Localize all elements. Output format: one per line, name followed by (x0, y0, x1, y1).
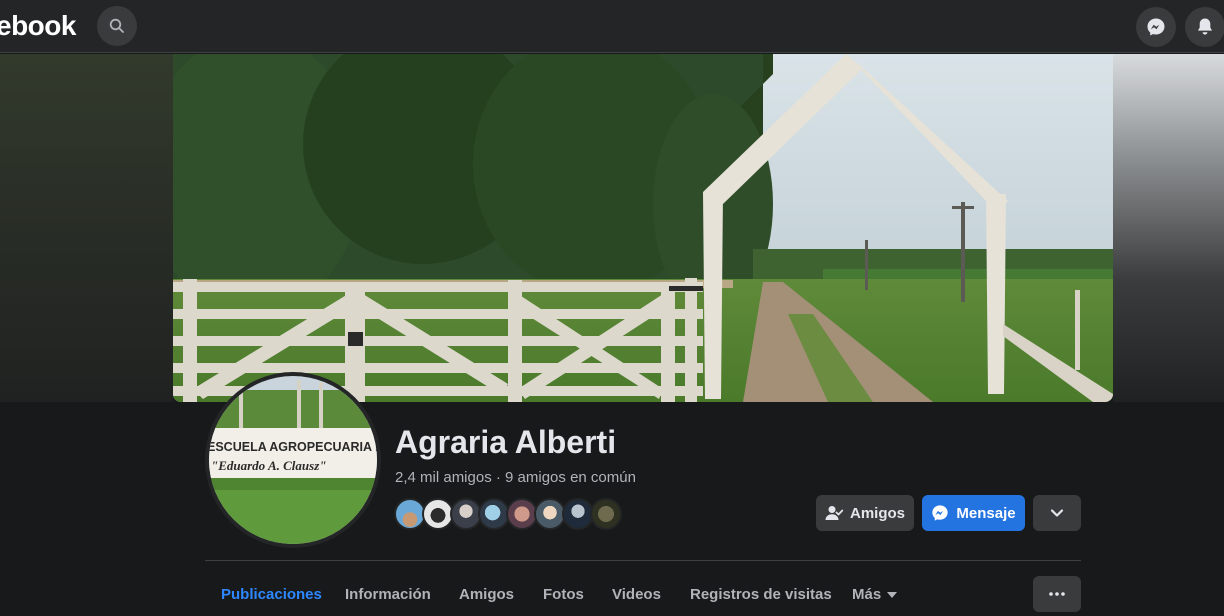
mutual-friends-avatars (394, 498, 634, 530)
friends-button[interactable]: Amigos (816, 495, 914, 531)
more-dots-icon (1049, 592, 1065, 596)
search-button[interactable] (97, 6, 137, 46)
page-title: Agraria Alberti (395, 424, 617, 460)
notifications-button[interactable] (1185, 7, 1224, 47)
caret-down-icon (887, 591, 898, 598)
search-icon (109, 18, 124, 33)
profile-divider (205, 560, 1081, 561)
cover-photo[interactable] (173, 54, 1113, 402)
top-navigation-bar: ebook (0, 0, 1224, 53)
tab-informacion[interactable]: Información (345, 586, 431, 603)
tab-mas-label: Más (852, 586, 882, 603)
facebook-logo[interactable]: ebook (0, 10, 76, 42)
chevron-down-icon (1050, 509, 1064, 517)
tabs-overflow-button[interactable] (1033, 576, 1081, 612)
friend-check-icon (825, 506, 843, 520)
friend-avatar[interactable] (590, 498, 622, 530)
friends-button-label: Amigos (849, 504, 905, 522)
tab-amigos[interactable]: Amigos (459, 586, 514, 603)
messenger-icon (1147, 18, 1165, 36)
tab-fotos[interactable]: Fotos (543, 586, 584, 603)
avatar-sign-text-2: "Eduardo A. Clausz" (211, 458, 326, 473)
friends-count-link[interactable]: 2,4 mil amigos · 9 amigos en común (395, 469, 636, 486)
message-button-label: Mensaje (956, 504, 1016, 522)
tab-publicaciones[interactable]: Publicaciones (221, 586, 322, 603)
tab-mas[interactable]: Más (852, 586, 898, 603)
profile-more-button[interactable] (1033, 495, 1081, 531)
bell-icon (1198, 18, 1212, 35)
avatar-sign-text-1: ESCUELA AGROPECUARIA N° (209, 440, 377, 454)
tab-registros-de-visitas[interactable]: Registros de visitas (690, 586, 832, 603)
message-button[interactable]: Mensaje (922, 495, 1025, 531)
profile-picture[interactable]: ESCUELA AGROPECUARIA N° "Eduardo A. Clau… (209, 376, 377, 544)
profile-picture-ring[interactable]: ESCUELA AGROPECUARIA N° "Eduardo A. Clau… (205, 372, 381, 548)
messenger-button[interactable] (1136, 7, 1176, 47)
tab-videos[interactable]: Videos (612, 586, 661, 603)
cover-blur-left (0, 54, 173, 402)
cover-blur-right (1113, 54, 1224, 402)
messenger-icon (932, 505, 949, 521)
